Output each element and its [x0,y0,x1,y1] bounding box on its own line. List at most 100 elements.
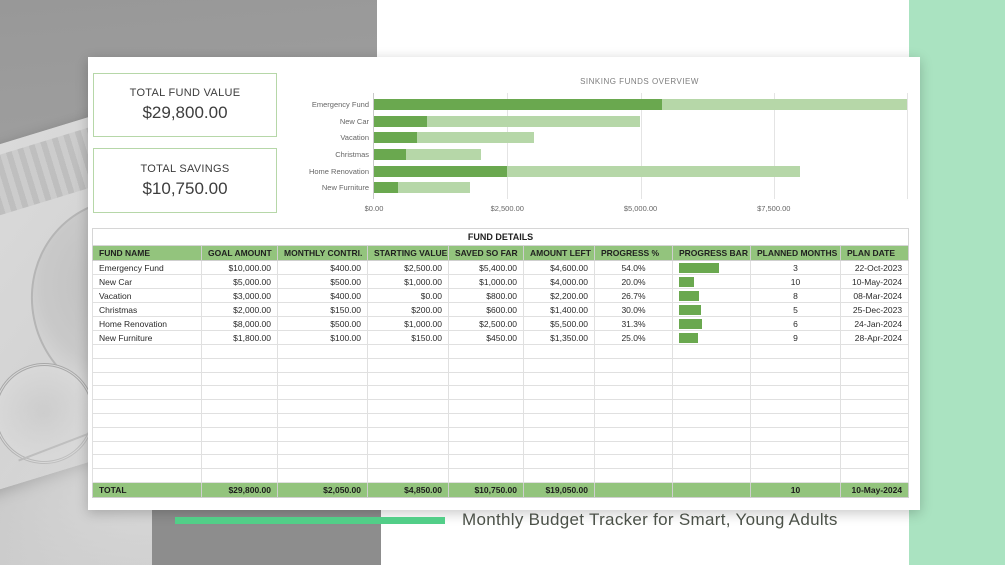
progress-bar-cell[interactable] [672,260,751,275]
empty-cell[interactable] [839,454,910,470]
progress-bar-cell[interactable] [672,316,751,331]
progress-bar-cell[interactable] [672,330,751,345]
table-cell[interactable]: 25.0% [594,330,673,345]
table-cell[interactable]: $3,000.00 [201,288,278,303]
empty-cell[interactable] [367,412,449,428]
empty-cell[interactable] [523,357,595,373]
empty-cell[interactable] [839,426,910,442]
empty-cell[interactable] [448,426,524,442]
empty-cell[interactable] [672,385,751,401]
empty-cell[interactable] [672,399,751,414]
empty-cell[interactable] [277,399,368,414]
table-cell[interactable]: Vacation [92,288,202,303]
empty-cell[interactable] [367,426,449,442]
empty-cell[interactable] [523,371,595,387]
column-header[interactable]: MONTHLY CONTRI. [277,245,368,261]
table-cell[interactable]: $5,400.00 [448,260,524,275]
empty-cell[interactable] [201,440,278,456]
empty-cell[interactable] [523,412,595,428]
empty-cell[interactable] [92,454,202,470]
total-cell[interactable]: $2,050.00 [277,481,368,498]
empty-cell[interactable] [594,440,673,456]
table-cell[interactable]: New Car [92,274,202,289]
empty-cell[interactable] [594,426,673,442]
table-cell[interactable]: $500.00 [277,274,368,289]
empty-cell[interactable] [839,440,910,456]
empty-cell[interactable] [750,385,841,401]
table-cell[interactable]: $8,000.00 [201,316,278,331]
empty-cell[interactable] [839,371,910,387]
empty-cell[interactable] [448,344,524,359]
empty-cell[interactable] [839,399,910,414]
table-cell[interactable]: $2,200.00 [523,288,595,303]
table-cell[interactable]: $4,000.00 [523,274,595,289]
empty-cell[interactable] [448,468,524,483]
table-cell[interactable]: 20.0% [594,274,673,289]
empty-cell[interactable] [448,440,524,456]
empty-cell[interactable] [92,344,202,359]
table-cell[interactable]: 25-Dec-2023 [839,302,910,317]
empty-cell[interactable] [277,412,368,428]
empty-cell[interactable] [277,357,368,373]
empty-cell[interactable] [92,426,202,442]
table-cell[interactable]: $500.00 [277,316,368,331]
table-cell[interactable]: 22-Oct-2023 [839,260,910,275]
empty-cell[interactable] [672,468,751,483]
table-cell[interactable]: 08-Mar-2024 [839,288,910,303]
empty-cell[interactable] [201,454,278,470]
table-cell[interactable]: $400.00 [277,288,368,303]
empty-cell[interactable] [201,371,278,387]
empty-cell[interactable] [750,399,841,414]
empty-cell[interactable] [839,468,910,483]
empty-cell[interactable] [201,385,278,401]
column-header[interactable]: STARTING VALUE [367,245,449,261]
table-cell[interactable]: $2,500.00 [448,316,524,331]
table-cell[interactable]: $1,000.00 [448,274,524,289]
column-header[interactable]: SAVED SO FAR [448,245,524,261]
empty-cell[interactable] [448,412,524,428]
table-cell[interactable]: $1,000.00 [367,316,449,331]
total-cell[interactable]: $29,800.00 [201,481,278,498]
empty-cell[interactable] [523,385,595,401]
table-cell[interactable]: $450.00 [448,330,524,345]
total-cell[interactable] [672,481,751,498]
empty-cell[interactable] [367,385,449,401]
total-cell[interactable]: TOTAL [92,481,202,498]
empty-cell[interactable] [594,399,673,414]
empty-cell[interactable] [594,468,673,483]
empty-cell[interactable] [448,357,524,373]
table-cell[interactable]: $1,800.00 [201,330,278,345]
empty-cell[interactable] [672,412,751,428]
empty-cell[interactable] [594,454,673,470]
empty-cell[interactable] [750,344,841,359]
empty-cell[interactable] [523,399,595,414]
empty-cell[interactable] [672,426,751,442]
empty-cell[interactable] [448,399,524,414]
table-cell[interactable]: 10-May-2024 [839,274,910,289]
empty-cell[interactable] [277,426,368,442]
empty-cell[interactable] [523,344,595,359]
empty-cell[interactable] [839,385,910,401]
total-savings-box[interactable]: TOTAL SAVINGS $10,750.00 [93,148,277,213]
empty-cell[interactable] [92,357,202,373]
table-cell[interactable]: $150.00 [277,302,368,317]
empty-cell[interactable] [201,399,278,414]
total-cell[interactable]: 10 [750,481,841,498]
empty-cell[interactable] [750,426,841,442]
total-cell[interactable] [594,481,673,498]
table-cell[interactable]: $1,000.00 [367,274,449,289]
empty-cell[interactable] [672,344,751,359]
table-cell[interactable]: $100.00 [277,330,368,345]
empty-cell[interactable] [448,371,524,387]
empty-cell[interactable] [367,344,449,359]
empty-cell[interactable] [750,468,841,483]
table-cell[interactable]: 26.7% [594,288,673,303]
table-cell[interactable]: $5,000.00 [201,274,278,289]
empty-cell[interactable] [367,454,449,470]
column-header[interactable]: PLAN DATE [839,245,910,261]
empty-cell[interactable] [277,371,368,387]
empty-cell[interactable] [839,357,910,373]
total-cell[interactable]: $10,750.00 [448,481,524,498]
empty-cell[interactable] [672,371,751,387]
table-cell[interactable]: $600.00 [448,302,524,317]
